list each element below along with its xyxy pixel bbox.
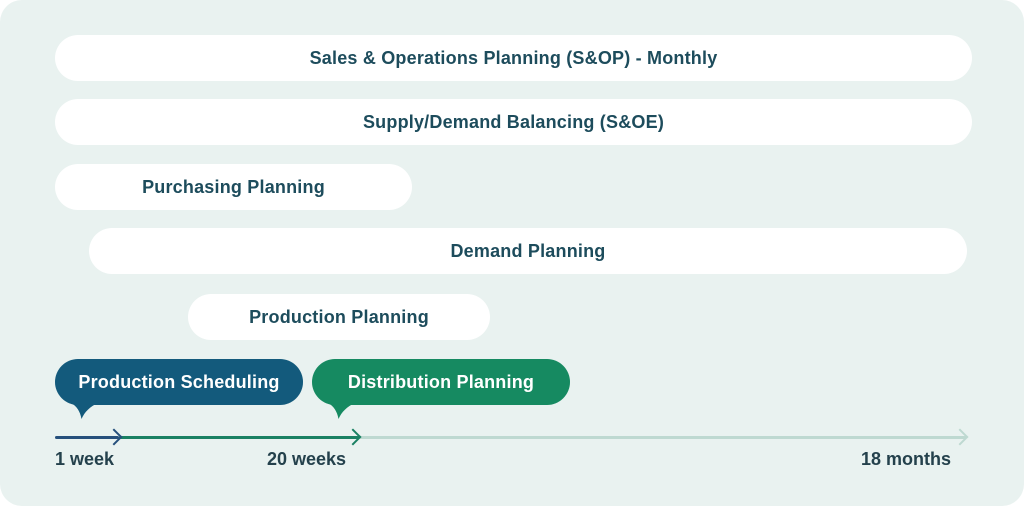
bar-demand-planning: Demand Planning [89,228,967,274]
timeline-segment-long-term [359,436,966,439]
bar-label: Production Scheduling [78,371,280,392]
bar-distribution-planning: Distribution Planning [312,359,570,419]
timeline-label-1-week: 1 week [55,449,115,469]
speech-bubble-tail-icon [328,403,355,419]
bar-label: Production Planning [249,306,429,327]
timeline-label-20-weeks: 20 weeks [267,449,347,469]
speech-bubble-tail-icon [71,403,98,419]
bar-label: Purchasing Planning [142,176,325,197]
timeline-label-18-months: 18 months [861,449,952,469]
bar-label: Supply/Demand Balancing (S&OE) [362,111,665,132]
bar-label: Sales & Operations Planning (S&OP) - Mon… [309,47,718,68]
bar-purchasing-planning: Purchasing Planning [55,164,412,210]
bar-production-scheduling: Production Scheduling [55,359,303,419]
arrowhead-icon [344,428,362,446]
bar-supply-demand-balancing: Supply/Demand Balancing (S&OE) [55,99,972,145]
timeline-segment-mid-term [119,436,359,439]
arrowhead-icon [105,428,123,446]
bar-label: Demand Planning [450,240,606,261]
arrowhead-icon [951,428,969,446]
bar-production-planning: Production Planning [188,294,490,340]
bar-sales-operations-planning: Sales & Operations Planning (S&OP) - Mon… [55,35,972,81]
planning-horizons-diagram: Sales & Operations Planning (S&OP) - Mon… [0,0,1024,506]
bar-label: Distribution Planning [347,371,535,392]
